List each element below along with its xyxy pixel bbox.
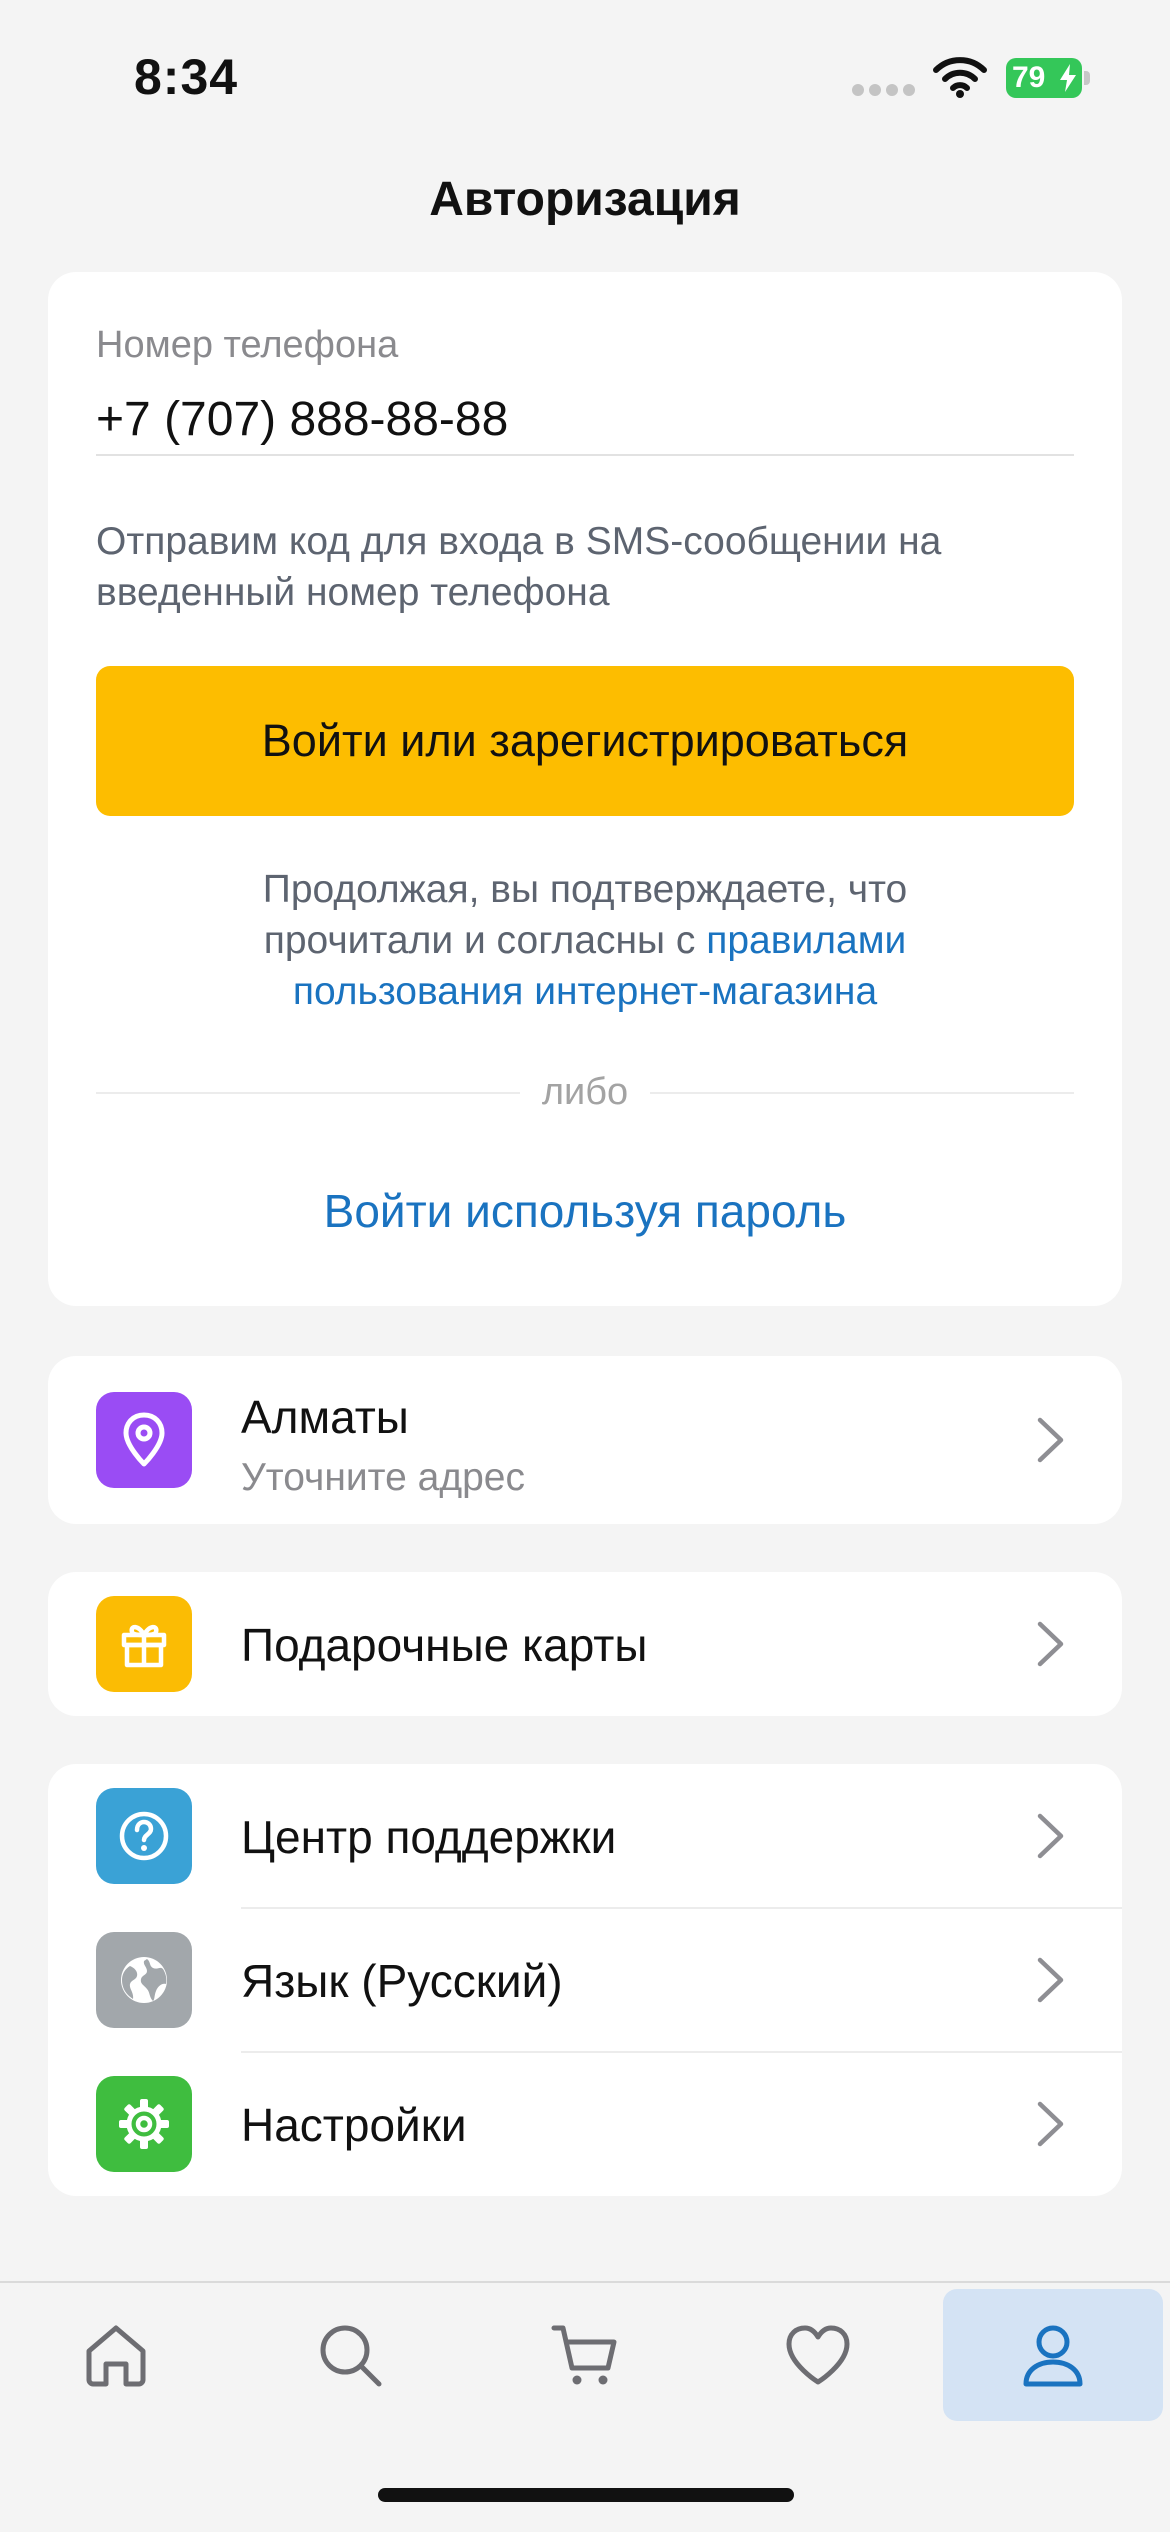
gear-icon [96,2076,192,2172]
city-name: Алматы [241,1391,409,1443]
language-label: Язык (Русский) [241,1955,563,2007]
settings-row[interactable]: Настройки [48,2052,1122,2196]
heart-icon [786,2325,850,2385]
search-icon [320,2325,382,2387]
city-card[interactable]: Алматы Уточните адрес [48,1356,1122,1524]
settings-menu-card: Центр поддержки Язык (Русский) Настройки [48,1764,1122,2196]
status-bar: 8:34 79 [0,0,1170,150]
globe-icon [96,1932,192,2028]
chevron-right-icon [1037,1417,1064,1463]
sms-hint: Отправим код для входа в SMS-сообщении н… [96,520,942,614]
status-time: 8:34 [134,49,239,105]
settings-label: Настройки [241,2099,467,2151]
tab-home[interactable] [6,2289,226,2421]
gift-cards-label: Подарочные карты [241,1619,648,1671]
tab-favorites[interactable] [708,2289,928,2421]
app-screen: 8:34 79 Авторизация Номер телефона Отпра… [0,0,1170,2532]
profile-icon [1023,2325,1083,2387]
home-indicator [378,2488,794,2502]
terms-text: Продолжая, вы подтверждаете, что прочита… [168,864,1002,1017]
phone-input[interactable] [96,384,1074,456]
login-or-register-button[interactable]: Войти или зарегистрироваться [96,666,1074,816]
city-subtitle: Уточните адрес [241,1456,525,1499]
language-row[interactable]: Язык (Русский) [48,1908,1122,2052]
support-center-label: Центр поддержки [241,1811,617,1863]
tab-search[interactable] [240,2289,460,2421]
tab-cart[interactable] [475,2289,695,2421]
battery-icon: 79 [1006,58,1090,98]
gift-icon [96,1596,192,1692]
location-pin-icon [96,1392,192,1488]
page-title: Авторизация [429,173,741,226]
charging-bolt-icon [1060,64,1076,92]
chevron-right-icon [1037,1957,1064,2003]
divider-label: либо [48,1068,1122,1116]
chevron-right-icon [1037,1813,1064,1859]
cart-icon [551,2325,617,2385]
gift-cards-row[interactable]: Подарочные карты [48,1572,1122,1716]
phone-label: Номер телефона [96,324,399,366]
help-icon [96,1788,192,1884]
home-icon [86,2325,146,2387]
city-row[interactable]: Алматы Уточните адрес [48,1356,1122,1524]
tab-profile[interactable] [943,2289,1163,2421]
chevron-right-icon [1037,1621,1064,1667]
divider-text: либо [519,1071,651,1113]
auth-card: Номер телефона Отправим код для входа в … [48,272,1122,1306]
support-center-row[interactable]: Центр поддержки [48,1764,1122,1908]
cellular-signal-icon [852,84,916,96]
password-login-link[interactable]: Войти используя пароль [48,1184,1122,1238]
chevron-right-icon [1037,2101,1064,2147]
gift-cards-card[interactable]: Подарочные карты [48,1572,1122,1716]
wifi-icon [933,57,987,98]
